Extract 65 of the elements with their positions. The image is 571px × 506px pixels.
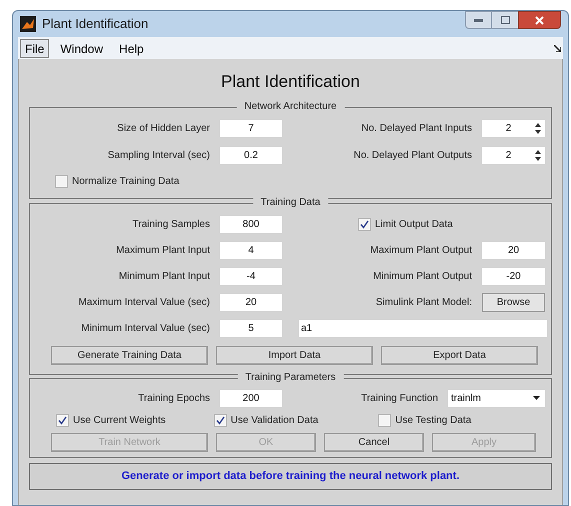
input-field[interactable]: a1 [299, 320, 547, 337]
field-label: Simulink Plant Model: [374, 296, 473, 310]
dock-arrow-icon [554, 44, 561, 52]
field-label: Minimum Plant Input [118, 270, 211, 284]
app-logo-icon [20, 16, 36, 32]
window-title: Plant Identification [42, 15, 148, 34]
spinner-value: 2 [504, 122, 512, 136]
checkbox[interactable] [55, 174, 68, 188]
checkbox-label: Limit Output Data [375, 218, 453, 232]
maximize-icon [500, 16, 510, 24]
browse-button[interactable]: Browse [482, 292, 545, 312]
dropdown-value: trainlm [451, 392, 482, 406]
input-field[interactable]: -20 [482, 268, 545, 284]
minimize-button[interactable] [465, 11, 492, 29]
checkbox-label: Normalize Training Data [72, 174, 180, 188]
input-field[interactable]: 20 [220, 294, 282, 310]
field-label: Maximum Plant Input [115, 244, 211, 258]
input-field[interactable]: 5 [220, 320, 282, 337]
close-button[interactable] [518, 11, 561, 29]
field-label: No. Delayed Plant Inputs [360, 122, 473, 136]
field-label: Minimum Interval Value (sec) [80, 322, 211, 336]
push-button[interactable]: Cancel [324, 432, 424, 452]
checkbox-label: Use Testing Data [395, 414, 472, 428]
menu-item[interactable]: Help [114, 38, 149, 58]
heading: Plant Identification [220, 71, 361, 94]
field-label: Training Function [360, 392, 439, 406]
field-label: No. Delayed Plant Outputs [352, 149, 473, 163]
input-field[interactable]: -4 [220, 268, 282, 284]
input-field[interactable]: 200 [220, 390, 282, 406]
panel-title: Training Data [252, 196, 328, 210]
panel-title: Training Parameters [237, 371, 344, 385]
field-label: Maximum Interval Value (sec) [77, 296, 211, 310]
checkbox[interactable] [358, 218, 371, 230]
spinner-field[interactable]: 2 [482, 120, 545, 137]
maximize-button[interactable] [492, 11, 518, 29]
menu-item[interactable]: Window [55, 38, 108, 58]
checkbox-label: Use Validation Data [230, 414, 318, 428]
caret-icon [533, 396, 540, 400]
field-label: Training Samples [132, 218, 211, 232]
field-label: Minimum Plant Output [372, 270, 473, 284]
field-label: Maximum Plant Output [369, 244, 473, 258]
spinner-value: 2 [504, 149, 512, 163]
input-field[interactable]: 4 [220, 242, 282, 258]
input-field[interactable]: 7 [220, 120, 282, 137]
push-button[interactable]: Import Data [216, 346, 373, 364]
field-label: Sampling Interval (sec) [106, 149, 211, 163]
input-field[interactable]: 800 [220, 216, 282, 232]
menu-item[interactable]: File [20, 38, 50, 58]
checkbox[interactable] [378, 414, 392, 427]
checkbox[interactable] [56, 414, 69, 427]
field-label: Training Epochs [137, 392, 211, 406]
checkbox-label: Use Current Weights [73, 414, 166, 428]
status-message: Generate or import data before training the neural network plant. [29, 463, 552, 490]
minimize-icon [474, 18, 483, 22]
dropdown[interactable]: trainlm [448, 390, 545, 406]
spin-arrows-icon[interactable] [535, 123, 541, 134]
push-button[interactable]: Export Data [381, 346, 538, 364]
input-field[interactable]: 20 [482, 242, 545, 258]
spinner-field[interactable]: 2 [482, 147, 545, 164]
input-field[interactable]: 0.2 [220, 147, 282, 164]
field-label: Size of Hidden Layer [116, 122, 211, 136]
spin-arrows-icon[interactable] [535, 150, 541, 161]
close-icon [535, 16, 544, 24]
checkbox[interactable] [214, 414, 227, 427]
push-button[interactable]: Generate Training Data [51, 346, 208, 364]
